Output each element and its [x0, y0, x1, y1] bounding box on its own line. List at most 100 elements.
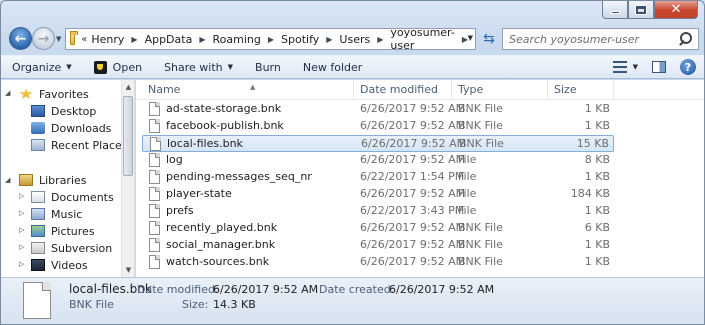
- expand-arrow-icon[interactable]: ▷: [19, 243, 24, 251]
- burn-button[interactable]: Burn: [244, 56, 292, 78]
- overflow-chevron-icon[interactable]: «: [81, 34, 87, 45]
- nav-item-subversion[interactable]: Subversion: [31, 240, 134, 256]
- column-header-size[interactable]: Size: [548, 80, 614, 100]
- breadcrumb-separator-icon[interactable]: ▶: [326, 35, 332, 44]
- nav-item-libraries[interactable]: Libraries: [19, 172, 134, 188]
- address-bar[interactable]: « Henry ▶ AppData ▶ Roaming ▶ Spotify ▶ User…: [65, 26, 476, 52]
- search-box[interactable]: [502, 28, 699, 50]
- nav-item-favorites[interactable]: Favorites: [19, 86, 134, 102]
- collapse-arrow-icon[interactable]: ◢: [5, 176, 10, 184]
- expand-arrow-icon[interactable]: ▷: [19, 226, 24, 234]
- column-header-name[interactable]: Name ▲: [142, 80, 354, 100]
- breadcrumb-item[interactable]: Roaming: [212, 33, 260, 46]
- open-with-icon: [93, 60, 107, 74]
- nav-item-label: Recent Places: [51, 138, 128, 152]
- nav-item-music[interactable]: Music: [31, 206, 134, 222]
- nav-item-label: Desktop: [51, 104, 97, 118]
- breadcrumb-item[interactable]: yoyosumer-user: [390, 26, 454, 52]
- file-icon: [149, 153, 160, 167]
- expand-arrow-icon[interactable]: ▷: [19, 260, 24, 268]
- file-date-modified: 6/26/2017 9:52 AM: [360, 255, 466, 268]
- file-row[interactable]: player-state 6/26/2017 9:52 AM File 184 KB: [142, 186, 614, 203]
- maximize-button[interactable]: [628, 1, 654, 19]
- file-name: player-state: [166, 187, 232, 200]
- file-row[interactable]: recently_played.bnk 6/26/2017 9:52 AM BNK …: [142, 220, 614, 237]
- command-bar: Organize ▼ Open Share with ▼ Burn New fold…: [1, 55, 704, 79]
- nav-item-videos[interactable]: Videos: [31, 257, 134, 273]
- scroll-down-icon[interactable]: ▼: [122, 263, 134, 277]
- share-with-button[interactable]: Share with ▼: [153, 56, 244, 78]
- view-options-dropdown-icon[interactable]: ▼: [633, 63, 638, 71]
- close-button[interactable]: ✕: [654, 1, 698, 19]
- file-row[interactable]: prefs 6/22/2017 3:43 PM File 1 KB: [142, 203, 614, 220]
- collapse-arrow-icon[interactable]: ◢: [5, 89, 10, 97]
- nav-item-pictures[interactable]: Pictures: [31, 223, 134, 239]
- search-icon[interactable]: [680, 32, 692, 46]
- breadcrumb-separator-icon[interactable]: ▶: [377, 35, 383, 44]
- nav-item-recent-places[interactable]: Recent Places: [31, 137, 134, 153]
- breadcrumb-item[interactable]: Spotify: [281, 33, 319, 46]
- file-date-modified: 6/26/2017 9:52 AM: [360, 187, 466, 200]
- minimize-button[interactable]: [602, 1, 628, 19]
- file-row[interactable]: social_manager.bnk 6/26/2017 9:52 AM BNK F…: [142, 237, 614, 254]
- preview-pane-icon[interactable]: [652, 61, 666, 73]
- breadcrumb-item[interactable]: Users: [339, 33, 370, 46]
- open-button[interactable]: Open: [83, 56, 153, 78]
- scrollbar-thumb[interactable]: [123, 96, 133, 176]
- file-row[interactable]: facebook-publish.bnk 6/26/2017 9:52 AM BNK…: [142, 118, 614, 135]
- subversion-icon: [31, 242, 45, 254]
- refresh-button[interactable]: ⇆: [479, 28, 499, 50]
- navigation-row: ← → ▼ « Henry ▶ AppData ▶ Roaming ▶ Spotify…: [1, 25, 704, 53]
- organize-button[interactable]: Organize ▼: [1, 56, 83, 78]
- breadcrumb-separator-icon[interactable]: ▶: [131, 35, 137, 44]
- file-thumbnail-icon: [23, 282, 51, 319]
- details-date-modified: 6/26/2017 9:52 AM: [213, 283, 319, 296]
- details-size: 14.3 KB: [213, 298, 256, 311]
- file-type: File: [458, 170, 477, 183]
- help-icon[interactable]: ?: [680, 59, 696, 75]
- file-row[interactable]: ad-state-storage.bnk 6/26/2017 9:52 AM BNK…: [142, 101, 614, 118]
- nav-item-documents[interactable]: Documents: [31, 189, 134, 205]
- nav-scrollbar[interactable]: ▲ ▼: [121, 80, 134, 277]
- details-date-created-label: Date created:: [319, 283, 395, 296]
- nav-item-downloads[interactable]: Downloads: [31, 120, 134, 136]
- nav-item-desktop[interactable]: Desktop: [31, 103, 134, 119]
- breadcrumb-item[interactable]: Henry: [91, 33, 124, 46]
- column-headers: Name ▲ Date modified Type Size: [136, 80, 704, 100]
- file-type: File: [458, 153, 477, 166]
- back-button[interactable]: ←: [9, 27, 32, 50]
- column-header-type[interactable]: Type: [452, 80, 548, 100]
- file-type: BNK File: [458, 102, 503, 115]
- details-size-label: Size:: [182, 298, 209, 311]
- libraries-icon: [19, 174, 33, 186]
- recent-pages-dropdown-icon[interactable]: ▼: [56, 35, 61, 43]
- file-type: BNK File: [458, 255, 503, 268]
- file-row[interactable]: local-files.bnk 6/26/2017 9:52 AM BNK File…: [142, 135, 614, 152]
- breadcrumb-separator-icon[interactable]: ▶: [199, 35, 205, 44]
- nav-item-label: Libraries: [39, 173, 87, 187]
- file-date-modified: 6/22/2017 1:54 PM: [360, 170, 465, 183]
- forward-button[interactable]: →: [32, 27, 55, 50]
- breadcrumb-separator-icon[interactable]: ▶: [268, 35, 274, 44]
- file-name: social_manager.bnk: [166, 238, 276, 251]
- file-icon: [149, 238, 160, 252]
- downloads-icon: [31, 122, 45, 134]
- expand-arrow-icon[interactable]: ▷: [19, 192, 24, 200]
- file-row[interactable]: log 6/26/2017 9:52 AM File 8 KB: [142, 152, 614, 169]
- file-row[interactable]: watch-sources.bnk 6/26/2017 9:52 AM BNK Fi…: [142, 254, 614, 271]
- new-folder-button[interactable]: New folder: [292, 56, 373, 78]
- breadcrumb-item[interactable]: AppData: [145, 33, 193, 46]
- expand-arrow-icon[interactable]: ▷: [19, 209, 24, 217]
- music-icon: [31, 208, 45, 220]
- column-header-label: Name: [148, 83, 181, 96]
- details-date-created: 6/26/2017 9:52 AM: [389, 283, 495, 296]
- scroll-up-icon[interactable]: ▲: [122, 80, 134, 94]
- file-date-modified: 6/26/2017 9:52 AM: [360, 221, 466, 234]
- burn-label: Burn: [255, 60, 281, 74]
- change-view-icon[interactable]: [612, 61, 627, 73]
- search-input[interactable]: [509, 32, 679, 46]
- column-header-date[interactable]: Date modified: [354, 80, 452, 100]
- file-row[interactable]: pending-messages_seq_nr 6/22/2017 1:54 PM…: [142, 169, 614, 186]
- nav-item-label: Music: [51, 207, 83, 221]
- address-history-dropdown-icon[interactable]: ▼: [468, 34, 473, 42]
